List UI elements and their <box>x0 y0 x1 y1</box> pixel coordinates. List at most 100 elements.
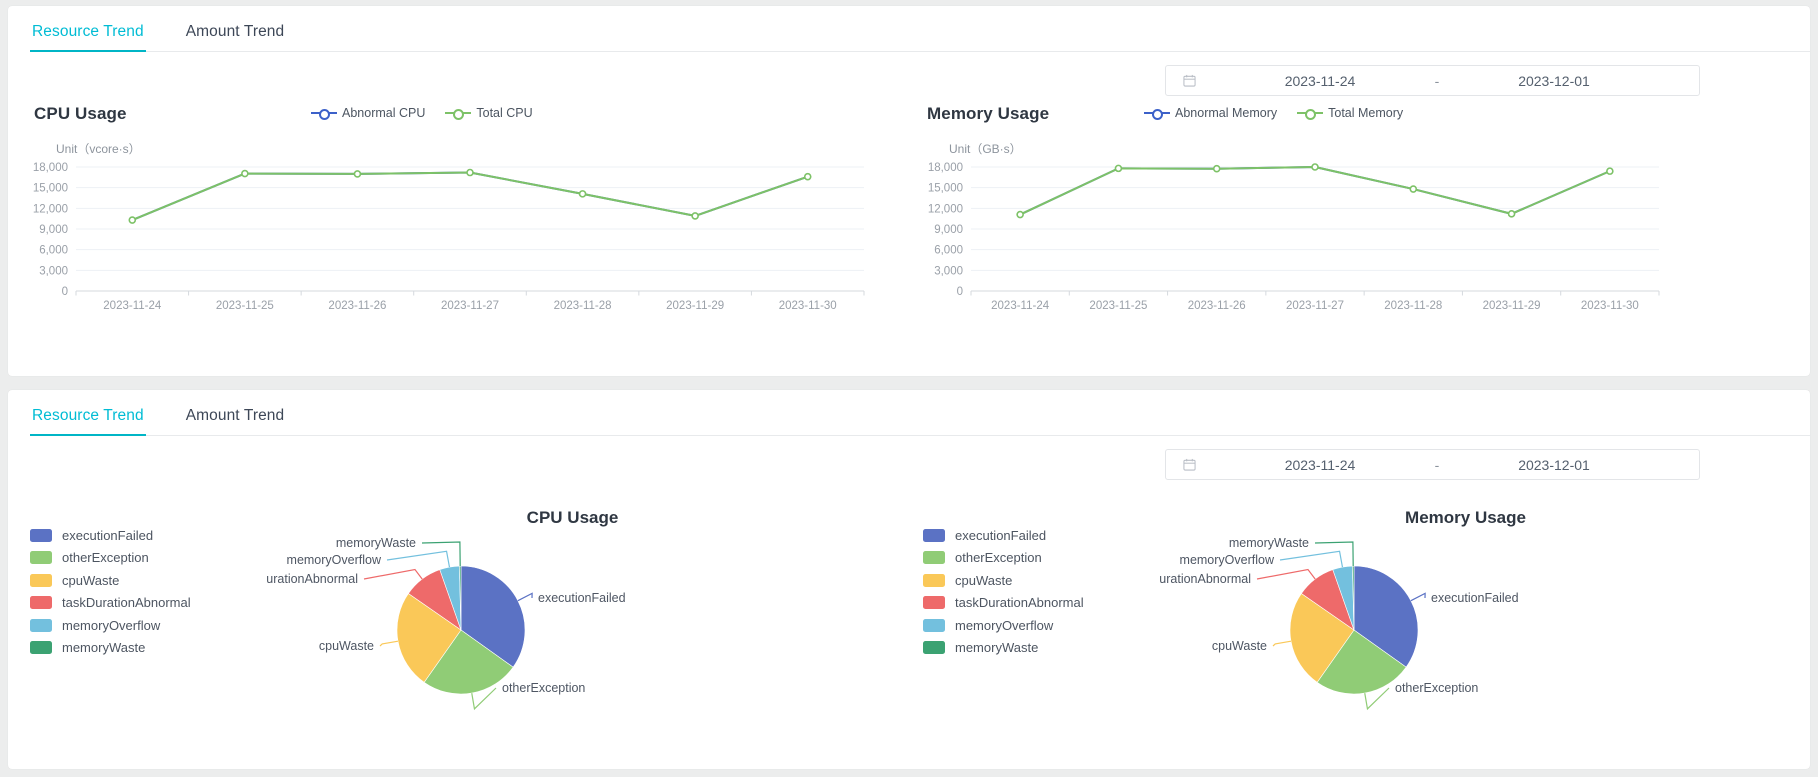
svg-text:6,000: 6,000 <box>39 245 68 257</box>
panel-bottom-tabbar: Resource Trend Amount Trend <box>8 390 1810 436</box>
svg-text:0: 0 <box>62 286 68 298</box>
cpu-chart-title: CPU Usage <box>34 104 127 123</box>
cpu-pie-title: CPU Usage <box>526 508 619 527</box>
svg-text:12,000: 12,000 <box>928 203 963 215</box>
svg-text:memoryWaste: memoryWaste <box>1229 536 1309 550</box>
date-start-top[interactable]: 2023-11-24 <box>1220 73 1420 89</box>
date-range-picker-top[interactable]: 2023-11-24 - 2023-12-01 <box>1165 65 1700 96</box>
memory-usage-line-chart: Memory Usage Abnormal Memory Total Memor… <box>909 104 1802 312</box>
legend-item-taskdurationabnormal[interactable]: taskDurationAbnormal <box>923 592 1159 615</box>
line-charts-row: CPU Usage Abnormal CPU Total CPU Unit（vc… <box>8 104 1810 312</box>
tab-resource-trend-top[interactable]: Resource Trend <box>30 23 146 52</box>
legend-label: memoryOverflow <box>955 617 1054 633</box>
svg-text:2023-11-24: 2023-11-24 <box>103 300 162 312</box>
panel-bottom-picker-row: 2023-11-24 - 2023-12-01 <box>8 436 1810 488</box>
date-end-bottom[interactable]: 2023-12-01 <box>1454 457 1654 473</box>
legend-label: memoryWaste <box>955 640 1039 656</box>
svg-text:2023-11-28: 2023-11-28 <box>554 300 612 312</box>
legend-swatch-icon <box>30 596 52 610</box>
legend-swatch-icon <box>30 618 52 632</box>
legend-swatch-icon <box>30 641 52 655</box>
legend-abnormal-cpu-label: Abnormal CPU <box>342 106 426 120</box>
memory-pie-title: Memory Usage <box>1405 508 1526 527</box>
svg-text:9,000: 9,000 <box>39 224 68 236</box>
cpu-chart-header: CPU Usage Abnormal CPU Total CPU <box>16 104 909 140</box>
line-marker-icon <box>311 107 337 120</box>
svg-text:12,000: 12,000 <box>33 203 68 215</box>
svg-text:cpuWaste: cpuWaste <box>319 639 374 653</box>
legend-label: executionFailed <box>955 527 1047 543</box>
memory-chart-title: Memory Usage <box>927 104 1050 123</box>
resource-trend-pie-panel: Resource Trend Amount Trend 2023-11-24 -… <box>8 390 1810 769</box>
legend-swatch-icon <box>923 596 945 610</box>
legend-total-cpu[interactable]: Total CPU <box>445 106 533 120</box>
legend-swatch-icon <box>923 641 945 655</box>
memory-unit-label: Unit（GB·s） <box>949 142 1022 156</box>
svg-text:3,000: 3,000 <box>934 265 963 277</box>
legend-item-cpuwaste[interactable]: cpuWaste <box>30 569 266 592</box>
memory-plot-area: 0 3,000 6,000 9,000 12,000 15,000 18,000 2023-1… <box>909 159 1788 312</box>
legend-item-otherexception[interactable]: otherException <box>923 547 1159 570</box>
tab-amount-trend-top[interactable]: Amount Trend <box>184 23 287 52</box>
cpu-usage-line-chart: CPU Usage Abnormal CPU Total CPU Unit（vc… <box>16 104 909 312</box>
legend-swatch-icon <box>30 573 52 587</box>
date-range-picker-bottom[interactable]: 2023-11-24 - 2023-12-01 <box>1165 449 1700 480</box>
svg-text:cpuWaste: cpuWaste <box>1212 639 1267 653</box>
legend-item-executionfailed[interactable]: executionFailed <box>30 524 266 547</box>
legend-item-taskdurationabnormal[interactable]: taskDurationAbnormal <box>30 592 266 615</box>
legend-item-memorywaste[interactable]: memoryWaste <box>30 637 266 660</box>
cpu-pie-svg: executionFailed otherException cpuWaste tas… <box>234 536 626 711</box>
legend-label: executionFailed <box>62 527 154 543</box>
legend-label: taskDurationAbnormal <box>955 595 1084 611</box>
cpu-pie-legend: executionFailed otherException cpuWaste … <box>16 500 266 725</box>
legend-swatch-icon <box>923 573 945 587</box>
svg-text:2023-11-27: 2023-11-27 <box>1286 300 1344 312</box>
memory-pie-legend: executionFailed otherException cpuWaste … <box>909 500 1159 725</box>
memory-chart-header: Memory Usage Abnormal Memory Total Memor… <box>909 104 1802 140</box>
svg-text:executionFailed: executionFailed <box>538 591 626 605</box>
memory-pie-svg: executionFailed otherException cpuWaste tas… <box>1127 536 1519 711</box>
legend-item-memoryoverflow[interactable]: memoryOverflow <box>923 614 1159 637</box>
cpu-pie-area: CPU Usage executionFailed otherException c… <box>234 500 909 725</box>
legend-item-executionfailed[interactable]: executionFailed <box>923 524 1159 547</box>
calendar-icon <box>1176 458 1202 471</box>
legend-item-otherexception[interactable]: otherException <box>30 547 266 570</box>
svg-text:6,000: 6,000 <box>934 245 963 257</box>
legend-label: otherException <box>955 550 1042 566</box>
svg-text:2023-11-30: 2023-11-30 <box>1581 300 1639 312</box>
svg-text:memoryOverflow: memoryOverflow <box>287 553 382 567</box>
cpu-unit-label: Unit（vcore·s） <box>56 142 141 156</box>
tab-amount-trend-bottom[interactable]: Amount Trend <box>184 407 287 436</box>
memory-usage-pie-chart: executionFailed otherException cpuWaste … <box>909 500 1802 725</box>
svg-text:15,000: 15,000 <box>33 183 68 195</box>
legend-swatch-icon <box>30 551 52 565</box>
legend-abnormal-memory[interactable]: Abnormal Memory <box>1144 106 1277 120</box>
legend-item-cpuwaste[interactable]: cpuWaste <box>923 569 1159 592</box>
legend-label: memoryOverflow <box>62 617 161 633</box>
svg-text:15,000: 15,000 <box>928 183 963 195</box>
panel-top-tabbar: Resource Trend Amount Trend <box>8 6 1810 52</box>
legend-total-cpu-label: Total CPU <box>476 106 533 120</box>
dashboard-page: Resource Trend Amount Trend 2023-11-24 -… <box>0 0 1818 777</box>
legend-item-memoryoverflow[interactable]: memoryOverflow <box>30 614 266 637</box>
memory-pie-area: Memory Usage executionFailed otherExcepti… <box>1127 500 1802 725</box>
tab-resource-trend-bottom[interactable]: Resource Trend <box>30 407 146 436</box>
legend-item-memorywaste[interactable]: memoryWaste <box>923 637 1159 660</box>
legend-total-memory[interactable]: Total Memory <box>1297 106 1403 120</box>
pie-charts-row: executionFailed otherException cpuWaste … <box>8 500 1810 725</box>
date-end-top[interactable]: 2023-12-01 <box>1454 73 1654 89</box>
svg-text:2023-11-26: 2023-11-26 <box>328 300 386 312</box>
legend-label: otherException <box>62 550 149 566</box>
svg-text:9,000: 9,000 <box>934 224 963 236</box>
svg-text:2023-11-28: 2023-11-28 <box>1384 300 1442 312</box>
svg-text:2023-11-29: 2023-11-29 <box>1483 300 1541 312</box>
cpu-pie-svg-wrap: executionFailed otherException cpuWaste tas… <box>234 530 909 725</box>
date-start-bottom[interactable]: 2023-11-24 <box>1220 457 1420 473</box>
svg-text:2023-11-27: 2023-11-27 <box>441 300 499 312</box>
legend-abnormal-cpu[interactable]: Abnormal CPU <box>311 106 425 120</box>
legend-swatch-icon <box>923 618 945 632</box>
legend-swatch-icon <box>923 551 945 565</box>
svg-text:executionFailed: executionFailed <box>1431 591 1519 605</box>
svg-text:3,000: 3,000 <box>39 265 68 277</box>
svg-text:18,000: 18,000 <box>928 162 963 174</box>
